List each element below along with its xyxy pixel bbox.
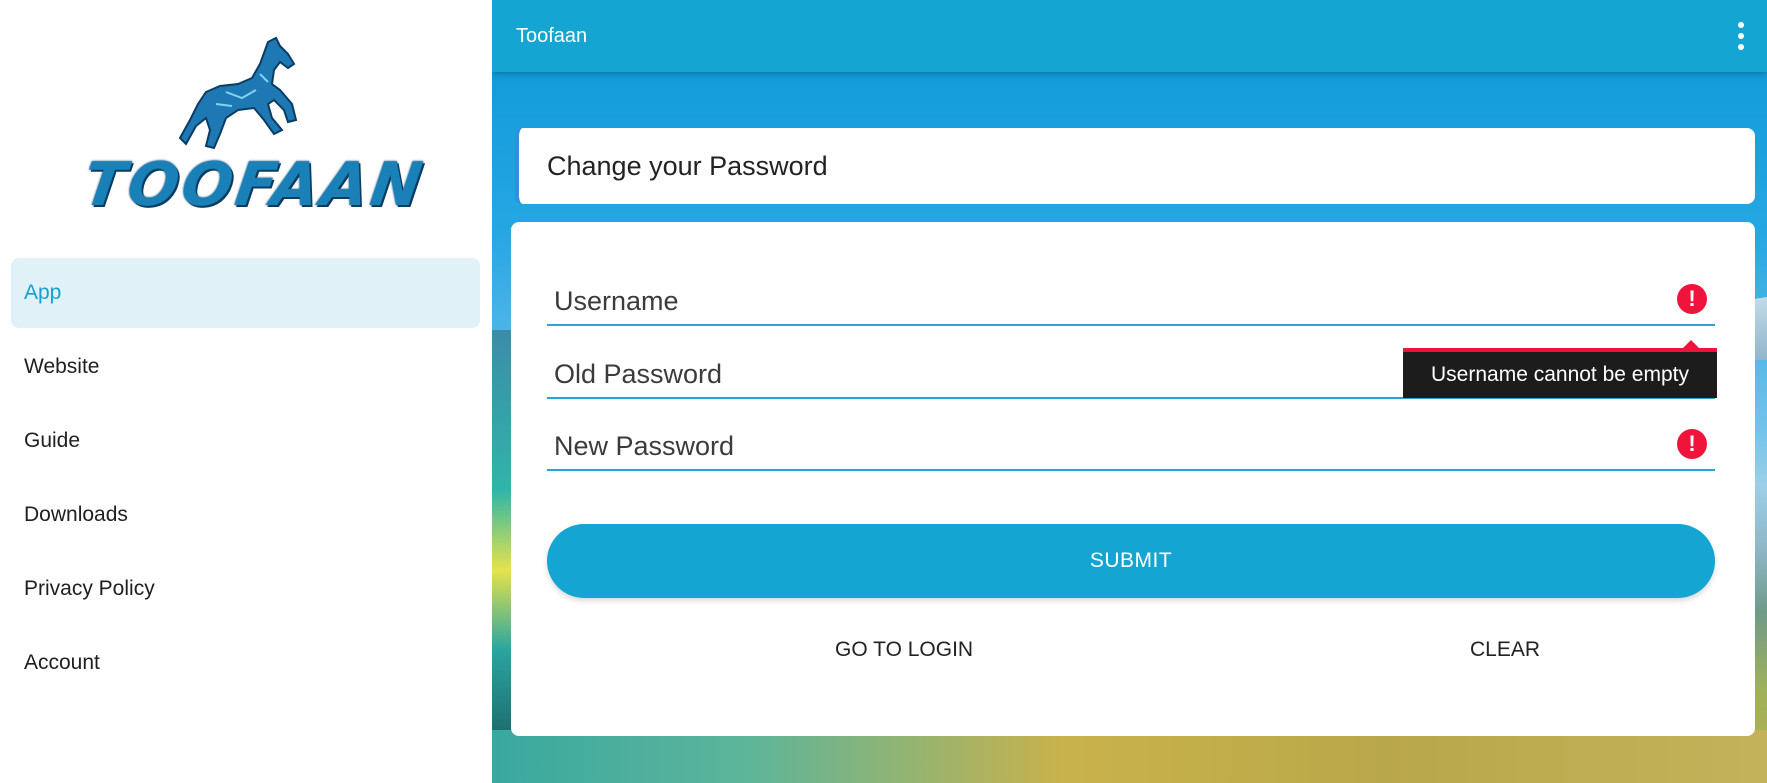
app-title: Toofaan [516, 24, 588, 47]
sidebar-item-privacy-policy[interactable]: Privacy Policy [11, 554, 480, 624]
menu-dot [1738, 22, 1744, 28]
background-field [492, 730, 1767, 783]
sidebar-nav: App Website Guide Downloads Privacy Poli… [11, 258, 480, 702]
menu-dot [1738, 44, 1744, 50]
sidebar-item-website[interactable]: Website [11, 332, 480, 402]
sidebar-item-downloads[interactable]: Downloads [11, 480, 480, 550]
sidebar-item-guide[interactable]: Guide [11, 406, 480, 476]
logo-text: TOOFAAN [79, 150, 430, 220]
sidebar-item-app[interactable]: App [11, 258, 480, 328]
error-icon[interactable]: ! [1677, 284, 1707, 314]
new-password-input[interactable] [547, 423, 1656, 469]
go-to-login-button[interactable]: GO TO LOGIN [829, 630, 979, 670]
sidebar: TOOFAAN App Website Guide Downloads Priv… [0, 0, 492, 783]
page-title: Change your Password [515, 128, 1755, 204]
sidebar-item-account[interactable]: Account [11, 628, 480, 698]
change-password-form: ! ! Username cannot be empty SUBMIT GO T… [511, 222, 1755, 736]
more-vert-icon[interactable] [1737, 22, 1745, 50]
submit-button[interactable]: SUBMIT [547, 524, 1715, 598]
menu-dot [1738, 33, 1744, 39]
new-password-field-container: ! [547, 423, 1715, 471]
toofaan-logo: TOOFAAN [79, 30, 429, 220]
app-bar: Toofaan [492, 0, 1767, 72]
error-tooltip: Username cannot be empty [1403, 340, 1717, 398]
main-content: Toofaan Change your Password ! ! Usernam… [492, 0, 1767, 783]
username-input[interactable] [547, 278, 1656, 324]
username-field-container: ! [547, 278, 1715, 326]
error-icon[interactable]: ! [1677, 429, 1707, 459]
clear-button[interactable]: CLEAR [1464, 630, 1546, 670]
